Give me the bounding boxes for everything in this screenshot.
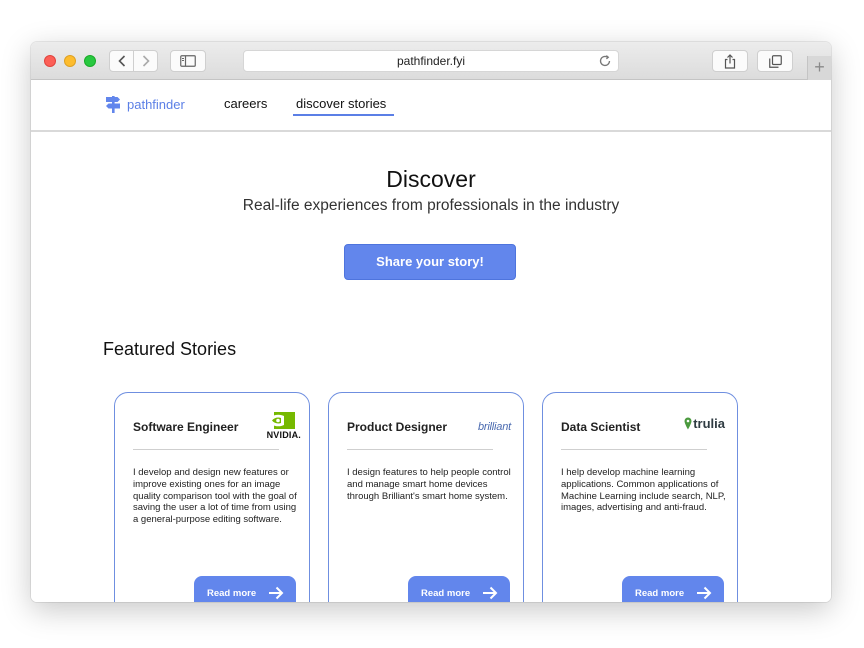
location-pin-icon <box>684 417 692 430</box>
story-card[interactable]: Product Designer brilliant I design feat… <box>328 392 524 602</box>
arrow-right-icon <box>697 586 712 600</box>
browser-titlebar: pathfinder.fyi + <box>31 42 831 80</box>
nav-link-careers[interactable]: careers <box>224 96 267 111</box>
chevron-left-icon <box>117 55 125 67</box>
forward-button[interactable] <box>133 50 158 72</box>
read-more-button[interactable]: Read more <box>622 576 724 602</box>
zoom-window-button[interactable] <box>84 55 96 67</box>
nvidia-logo: NVIDIA. <box>263 412 301 442</box>
story-card-title: Product Designer <box>347 420 448 434</box>
read-more-label: Read more <box>635 587 685 599</box>
story-card-description: I develop and design new features or imp… <box>133 467 297 526</box>
story-card[interactable]: Software Engineer NVIDIA. I develop and … <box>114 392 310 602</box>
read-more-label: Read more <box>207 587 257 599</box>
featured-stories-heading: Featured Stories <box>103 339 237 359</box>
card-divider <box>347 449 493 450</box>
brilliant-logo: brilliant <box>478 417 511 435</box>
company-name: brilliant <box>477 421 511 433</box>
site-navbar: pathfinder careers discover stories <box>31 80 831 132</box>
story-card[interactable]: Data Scientist trulia I help develop mac… <box>542 392 738 602</box>
read-more-button[interactable]: Read more <box>408 576 510 602</box>
trulia-logo: trulia <box>684 416 725 431</box>
sidebar-toggle-button[interactable] <box>170 50 206 72</box>
nav-link-discover-stories[interactable]: discover stories <box>296 96 386 111</box>
signpost-logo-icon <box>106 96 120 113</box>
brand-name: pathfinder <box>127 96 185 112</box>
page-subtitle: Real-life experiences from professionals… <box>242 197 620 214</box>
page-title: Discover <box>386 166 476 192</box>
story-card-title: Data Scientist <box>561 420 641 434</box>
company-name: trulia <box>693 416 725 431</box>
share-button[interactable] <box>712 50 748 72</box>
share-your-story-button[interactable]: Share your story! <box>344 244 516 280</box>
arrow-right-icon <box>483 586 498 600</box>
tab-overview-button[interactable] <box>757 50 793 72</box>
new-tab-button[interactable]: + <box>807 56 831 80</box>
chevron-right-icon <box>142 55 150 67</box>
card-divider <box>561 449 707 450</box>
read-more-label: Read more <box>421 587 471 599</box>
read-more-button[interactable]: Read more <box>194 576 296 602</box>
company-name: NVIDIA. <box>266 430 301 440</box>
url-text: pathfinder.fyi <box>396 54 466 68</box>
arrow-right-icon <box>269 586 284 600</box>
page-content: pathfinder careers discover stories Disc… <box>31 80 831 602</box>
share-icon <box>724 53 736 69</box>
card-divider <box>133 449 279 450</box>
sidebar-icon <box>180 55 196 67</box>
tabs-icon <box>768 54 782 68</box>
story-card-title: Software Engineer <box>133 420 239 434</box>
story-card-description: I help develop machine learning applicat… <box>561 467 726 514</box>
address-bar[interactable]: pathfinder.fyi <box>243 50 619 72</box>
story-card-description: I design features to help people control… <box>347 467 511 502</box>
reload-icon[interactable] <box>598 54 612 68</box>
browser-window: pathfinder.fyi + pathfinder careers disc… <box>31 42 831 602</box>
brand-link[interactable]: pathfinder <box>105 94 185 114</box>
nvidia-eye-icon <box>267 412 295 429</box>
close-window-button[interactable] <box>44 55 56 67</box>
active-nav-indicator <box>293 114 394 116</box>
back-button[interactable] <box>109 50 134 72</box>
minimize-window-button[interactable] <box>64 55 76 67</box>
